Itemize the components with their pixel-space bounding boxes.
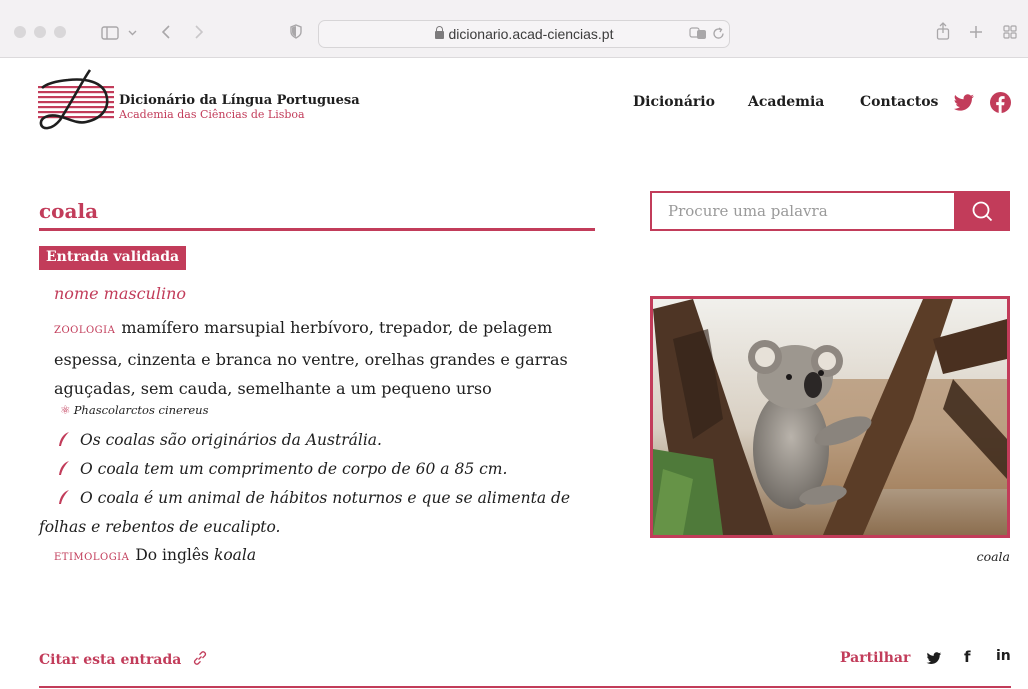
back-icon[interactable] [162, 25, 170, 39]
example-item: O coala é um animal de hábitos noturnos … [39, 484, 614, 542]
domain-label[interactable]: ZOOLOGIA [54, 325, 115, 336]
translate-icon[interactable] [689, 27, 707, 40]
entry-word: coala [39, 199, 99, 223]
address-bar[interactable]: dicionario.acad-ciencias.pt [318, 20, 730, 48]
cite-label: Citar esta entrada [39, 652, 182, 668]
definition-block: ZOOLOGIA mamífero marsupial herbívoro, tr… [54, 313, 614, 403]
site-title[interactable]: Dicionário da Língua Portuguesa [119, 93, 360, 108]
lock-icon [434, 26, 444, 39]
new-tab-icon[interactable] [969, 25, 983, 39]
dictionary-logo[interactable] [38, 68, 114, 136]
etymology-word: koala [213, 546, 257, 564]
search-input[interactable] [652, 193, 968, 229]
sidebar-toggle-icon[interactable] [101, 26, 119, 40]
facebook-icon[interactable] [990, 92, 1011, 113]
example-text: O coala é um animal de hábitos noturnos … [39, 489, 571, 536]
example-text: Os coalas são originários da Austrália. [80, 431, 382, 449]
cite-entry-link[interactable]: Citar esta entrada [39, 650, 208, 668]
quill-icon [59, 432, 69, 446]
example-item: Os coalas são originários da Austrália. [54, 426, 614, 455]
etymology-text: Do inglês [135, 546, 209, 564]
reload-icon[interactable] [712, 27, 725, 40]
twitter-icon[interactable] [926, 652, 942, 665]
part-of-speech: nome masculino [54, 284, 187, 303]
nav-item-academia[interactable]: Academia [748, 94, 824, 110]
entry-image[interactable] [650, 296, 1010, 538]
linkedin-icon[interactable]: in [996, 648, 1011, 664]
chevron-down-icon[interactable] [128, 30, 137, 36]
url-value: dicionario.acad-ciencias.pt [448, 26, 614, 42]
image-caption: coala [976, 549, 1010, 564]
window-controls[interactable] [14, 26, 66, 38]
atom-icon: ⚛ [60, 403, 71, 417]
definition-text: mamífero marsupial herbívoro, trepador, … [54, 318, 568, 398]
examples-list: Os coalas são originários da Austrália. … [39, 426, 614, 542]
twitter-icon[interactable] [953, 94, 975, 112]
quill-icon [59, 461, 69, 475]
etymology-label: ETIMOLOGIA [54, 552, 130, 563]
footer-divider [39, 686, 1011, 688]
search-button[interactable] [954, 191, 1010, 231]
tab-overview-icon[interactable] [1003, 25, 1017, 39]
quill-icon [59, 490, 69, 504]
example-text: O coala tem um comprimento de corpo de 6… [80, 460, 508, 478]
link-icon [194, 651, 207, 665]
nav-item-dicionario[interactable]: Dicionário [633, 94, 715, 110]
url-text[interactable]: dicionario.acad-ciencias.pt [319, 26, 729, 42]
share-label: Partilhar [840, 650, 911, 666]
scientific-name-text: Phascolarctos cinereus [73, 403, 209, 417]
browser-toolbar: dicionario.acad-ciencias.pt [0, 0, 1028, 58]
facebook-icon[interactable]: f [964, 648, 971, 666]
search-box [650, 191, 1010, 231]
share-icon[interactable] [936, 22, 950, 40]
shield-icon[interactable] [290, 24, 302, 39]
forward-icon[interactable] [195, 25, 203, 39]
nav-item-contactos[interactable]: Contactos [860, 94, 938, 110]
koala-photo [653, 299, 1007, 535]
site-subtitle[interactable]: Academia das Ciências de Lisboa [119, 108, 305, 121]
status-badge: Entrada validada [39, 246, 187, 270]
title-divider [39, 228, 595, 231]
etymology: ETIMOLOGIA Do inglês koala [54, 546, 256, 564]
example-item: O coala tem um comprimento de corpo de 6… [54, 455, 614, 484]
scientific-name: ⚛ Phascolarctos cinereus [60, 403, 208, 417]
search-icon [972, 201, 993, 222]
zoom-window-button[interactable] [54, 26, 66, 38]
minimize-window-button[interactable] [34, 26, 46, 38]
close-window-button[interactable] [14, 26, 26, 38]
